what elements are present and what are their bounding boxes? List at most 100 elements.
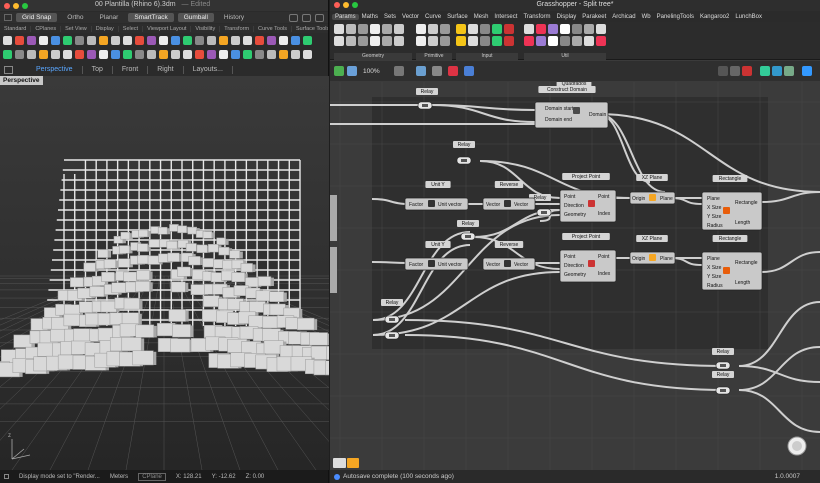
- rhino-command-icon[interactable]: [159, 50, 168, 59]
- rectangle-component[interactable]: Plane X Size Y Size Radius Rectangle Length: [701, 251, 763, 291]
- display-mode-icon-1[interactable]: [760, 66, 770, 76]
- rhino-command-icon[interactable]: [123, 36, 132, 45]
- properties-icon[interactable]: [315, 13, 324, 22]
- navigation-compass-icon[interactable]: [787, 436, 807, 456]
- units-readout[interactable]: Meters: [110, 474, 128, 480]
- component-icon[interactable]: [548, 36, 558, 46]
- rhino-command-icon[interactable]: [183, 50, 192, 59]
- rhino-command-icon[interactable]: [99, 36, 108, 45]
- gh-tab-mesh[interactable]: Mesh: [471, 14, 492, 20]
- wire-display-icon[interactable]: [730, 66, 740, 76]
- component-icon[interactable]: [504, 24, 514, 34]
- toolbar-tab-display[interactable]: Display: [92, 25, 119, 32]
- component-icon[interactable]: [370, 24, 380, 34]
- component-icon[interactable]: [334, 24, 344, 34]
- component-icon[interactable]: [596, 24, 606, 34]
- rhino-command-icon[interactable]: [15, 36, 24, 45]
- construct-domain-component[interactable]: Domain start Domain end Domain: [534, 101, 609, 129]
- component-icon[interactable]: [536, 24, 546, 34]
- toolbar-tab-select[interactable]: Select: [119, 25, 144, 32]
- zoom-level[interactable]: 100%: [363, 68, 380, 75]
- gh-tab-curve[interactable]: Curve: [422, 14, 444, 20]
- component-icon[interactable]: [370, 36, 380, 46]
- component-icon[interactable]: [440, 24, 450, 34]
- offscreen-component[interactable]: [330, 247, 337, 293]
- project-point-component[interactable]: Point Direction Geometry Point Index: [559, 249, 617, 283]
- gh-tab-parakeet[interactable]: Parakeet: [579, 14, 609, 20]
- gh-tab-wb[interactable]: Wb: [639, 14, 654, 20]
- preview-icon[interactable]: [432, 66, 442, 76]
- component-icon[interactable]: [394, 24, 404, 34]
- recompute-icon[interactable]: [464, 66, 474, 76]
- gh-tab-lunchbox[interactable]: LunchBox: [732, 14, 765, 20]
- component-icon[interactable]: [382, 24, 392, 34]
- component-icon[interactable]: [548, 24, 558, 34]
- rhino-command-icon[interactable]: [51, 50, 60, 59]
- gh-tab-panelingtools[interactable]: PanelingTools: [654, 14, 697, 20]
- component-icon[interactable]: [468, 24, 478, 34]
- smarttrack-toggle[interactable]: SmartTrack: [128, 13, 174, 22]
- gh-tab-maths[interactable]: Maths: [359, 14, 381, 20]
- rhino-command-icon[interactable]: [111, 36, 120, 45]
- display-mode-icon-3[interactable]: [784, 66, 794, 76]
- component-icon[interactable]: [572, 36, 582, 46]
- rhino-command-icon[interactable]: [135, 50, 144, 59]
- offscreen-component[interactable]: [330, 195, 337, 241]
- planar-toggle[interactable]: Planar: [94, 13, 125, 22]
- component-icon[interactable]: [596, 36, 606, 46]
- gh-tab-intersect[interactable]: Intersect: [491, 14, 520, 20]
- toolbar-tab-set-view[interactable]: Set View: [61, 25, 92, 32]
- tab-top[interactable]: Top: [83, 65, 113, 74]
- rhino-command-icon[interactable]: [171, 50, 180, 59]
- relay-node[interactable]: [460, 232, 476, 241]
- gh-tab-kangaroo2[interactable]: Kangaroo2: [697, 14, 732, 20]
- xz-plane-component[interactable]: Origin Plane: [629, 191, 676, 205]
- tab-layouts[interactable]: Layouts...: [184, 65, 233, 74]
- disable-solver-icon[interactable]: [448, 66, 458, 76]
- rhino-command-icon[interactable]: [183, 36, 192, 45]
- component-icon[interactable]: [358, 36, 368, 46]
- unit-y-component[interactable]: Factor Unit vector: [404, 257, 469, 271]
- component-icon[interactable]: [584, 24, 594, 34]
- rhino-command-icon[interactable]: [171, 36, 180, 45]
- project-point-component[interactable]: Point Direction Geometry Point Index: [559, 189, 617, 223]
- zoom-extents-icon[interactable]: [394, 66, 404, 76]
- toolbar-tab-cplanes[interactable]: CPlanes: [31, 25, 62, 32]
- rhino-command-icon[interactable]: [231, 36, 240, 45]
- gh-tab-params[interactable]: Params: [332, 13, 359, 20]
- component-icon[interactable]: [428, 24, 438, 34]
- layers-icon[interactable]: [302, 13, 311, 22]
- toolbar-tab-standard[interactable]: Standard: [0, 25, 32, 32]
- reverse-component[interactable]: Vector Vector: [482, 257, 536, 271]
- rhino-command-icon[interactable]: [207, 36, 216, 45]
- rhino-command-icon[interactable]: [87, 50, 96, 59]
- open-file-icon[interactable]: [334, 66, 344, 76]
- component-icon[interactable]: [334, 36, 344, 46]
- rhino-command-icon[interactable]: [3, 36, 12, 45]
- gh-tab-archicad[interactable]: Archicad: [609, 14, 638, 20]
- rhino-command-icon[interactable]: [27, 50, 36, 59]
- rhino-command-icon[interactable]: [291, 36, 300, 45]
- viewport-grid-icon[interactable]: [4, 65, 13, 74]
- component-icon[interactable]: [358, 24, 368, 34]
- rhino-command-icon[interactable]: [15, 50, 24, 59]
- toolbar-tab-surface-tools[interactable]: Surface Tools: [292, 26, 328, 32]
- rhino-command-icon[interactable]: [195, 50, 204, 59]
- rhino-command-icon[interactable]: [303, 50, 312, 59]
- save-file-icon[interactable]: [347, 66, 357, 76]
- lock-icon[interactable]: [347, 458, 359, 468]
- component-icon[interactable]: [394, 36, 404, 46]
- rhino-command-icon[interactable]: [63, 50, 72, 59]
- rhino-command-icon[interactable]: [195, 36, 204, 45]
- relay-node[interactable]: [536, 208, 552, 217]
- rhino-command-icon[interactable]: [99, 50, 108, 59]
- component-icon[interactable]: [492, 36, 502, 46]
- component-icon[interactable]: [524, 36, 534, 46]
- display-mode-icon-4[interactable]: [802, 66, 812, 76]
- unit-y-component[interactable]: Factor Unit vector: [404, 197, 469, 211]
- component-icon[interactable]: [572, 24, 582, 34]
- sketch-icon[interactable]: [416, 66, 426, 76]
- component-icon[interactable]: [536, 36, 546, 46]
- rhino-command-icon[interactable]: [3, 50, 12, 59]
- component-icon[interactable]: [492, 24, 502, 34]
